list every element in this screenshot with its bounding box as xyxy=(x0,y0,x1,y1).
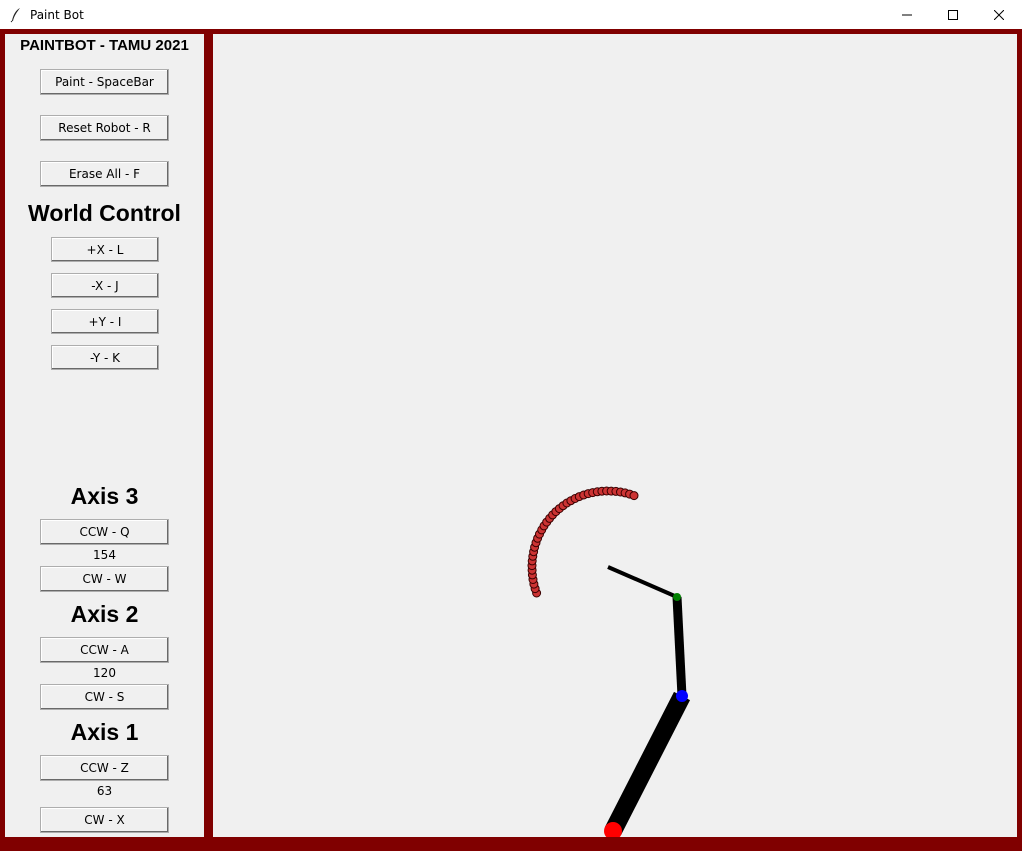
minus-x-button[interactable]: -X - J xyxy=(51,273,159,298)
feather-icon xyxy=(10,7,20,22)
control-panel: PAINTBOT - TAMU 2021 Paint - SpaceBar Re… xyxy=(5,34,204,837)
axis2-value: 120 xyxy=(93,666,116,680)
minimize-icon xyxy=(902,14,912,15)
axis2-heading: Axis 2 xyxy=(70,601,139,627)
minus-y-button[interactable]: -Y - K xyxy=(51,345,159,370)
robot-scene xyxy=(527,486,691,837)
window-title: Paint Bot xyxy=(30,7,84,22)
erase-all-button[interactable]: Erase All - F xyxy=(40,161,169,187)
app-heading: PAINTBOT - TAMU 2021 xyxy=(20,37,189,54)
arm-link-3 xyxy=(607,565,678,599)
paint-trail xyxy=(527,486,639,598)
paint-button[interactable]: Paint - SpaceBar xyxy=(40,69,169,95)
close-icon xyxy=(994,9,1004,20)
maximize-button[interactable] xyxy=(930,0,976,29)
mid-joint xyxy=(676,690,688,702)
axis3-ccw-button[interactable]: CCW - Q xyxy=(40,519,169,545)
arm-link-2 xyxy=(672,596,687,697)
robot-canvas[interactable] xyxy=(213,34,1017,837)
title-bar: Paint Bot xyxy=(0,0,1022,29)
close-button[interactable] xyxy=(976,0,1022,29)
minimize-button[interactable] xyxy=(884,0,930,29)
axis3-cw-button[interactable]: CW - W xyxy=(40,566,169,592)
plus-x-button[interactable]: +X - L xyxy=(51,237,159,262)
reset-robot-button[interactable]: Reset Robot - R xyxy=(40,115,169,141)
end-joint xyxy=(673,593,681,601)
axis1-ccw-button[interactable]: CCW - Z xyxy=(40,755,169,781)
maximize-icon xyxy=(948,9,958,20)
plus-y-button[interactable]: +Y - I xyxy=(51,309,159,334)
axis1-heading: Axis 1 xyxy=(70,719,139,745)
axis3-value: 154 xyxy=(93,548,116,562)
axis3-heading: Axis 3 xyxy=(70,483,139,509)
paint-dot xyxy=(629,491,639,501)
arm-link-1 xyxy=(604,691,691,836)
axis2-ccw-button[interactable]: CCW - A xyxy=(40,637,169,663)
axis1-value: 63 xyxy=(96,784,113,798)
world-control-heading: World Control xyxy=(28,200,181,226)
axis1-cw-button[interactable]: CW - X xyxy=(40,807,169,833)
axis2-cw-button[interactable]: CW - S xyxy=(40,684,169,710)
